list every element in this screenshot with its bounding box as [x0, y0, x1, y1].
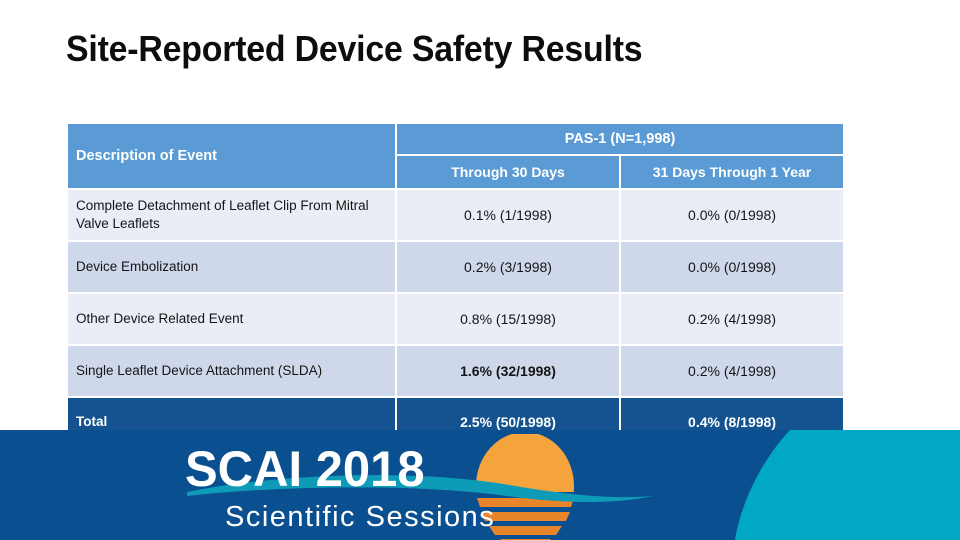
- row-description: Other Device Related Event: [68, 294, 395, 345]
- scai-2018-logo: SCAI 2018 Scientific Sessions: [185, 434, 655, 540]
- device-safety-results-table: Description of Event PAS-1 (N=1,998) Thr…: [66, 122, 845, 448]
- table-row: Other Device Related Event 0.8% (15/1998…: [68, 294, 844, 345]
- table-row: Single Leaflet Device Attachment (SLDA) …: [68, 346, 844, 397]
- row-description: Device Embolization: [68, 242, 395, 293]
- table-row: Device Embolization 0.2% (3/1998) 0.0% (…: [68, 242, 844, 293]
- table-header-row: Description of Event PAS-1 (N=1,998): [68, 124, 844, 188]
- logo-subtitle: Scientific Sessions: [225, 501, 495, 533]
- row-description: Complete Detachment of Leaflet Clip From…: [68, 190, 395, 241]
- row-value-31-days-through-1-year: 0.0% (0/1998): [621, 190, 844, 241]
- column-header-through-30-days: Through 30 Days: [397, 156, 619, 188]
- page-title: Site-Reported Device Safety Results: [66, 28, 643, 69]
- row-value-31-days-through-1-year: 0.2% (4/1998): [621, 346, 844, 397]
- column-header-31-days-through-1-year: 31 Days Through 1 Year: [621, 156, 844, 188]
- scai-logo-graphic: SCAI 2018 Scientific Sessions: [185, 434, 655, 540]
- row-value-through-30-days: 0.8% (15/1998): [397, 294, 619, 345]
- row-value-31-days-through-1-year: 0.2% (4/1998): [621, 294, 844, 345]
- row-value-through-30-days: 0.1% (1/1998): [397, 190, 619, 241]
- row-value-through-30-days: 1.6% (32/1998): [397, 346, 619, 397]
- column-header-description: Description of Event: [68, 124, 395, 188]
- row-value-31-days-through-1-year: 0.0% (0/1998): [621, 242, 844, 293]
- logo-title: SCAI 2018: [185, 442, 425, 498]
- row-description: Single Leaflet Device Attachment (SLDA): [68, 346, 395, 397]
- row-value-through-30-days: 0.2% (3/1998): [397, 242, 619, 293]
- table-row: Complete Detachment of Leaflet Clip From…: [68, 190, 844, 241]
- column-header-group-pas1: PAS-1 (N=1,998): [397, 124, 844, 154]
